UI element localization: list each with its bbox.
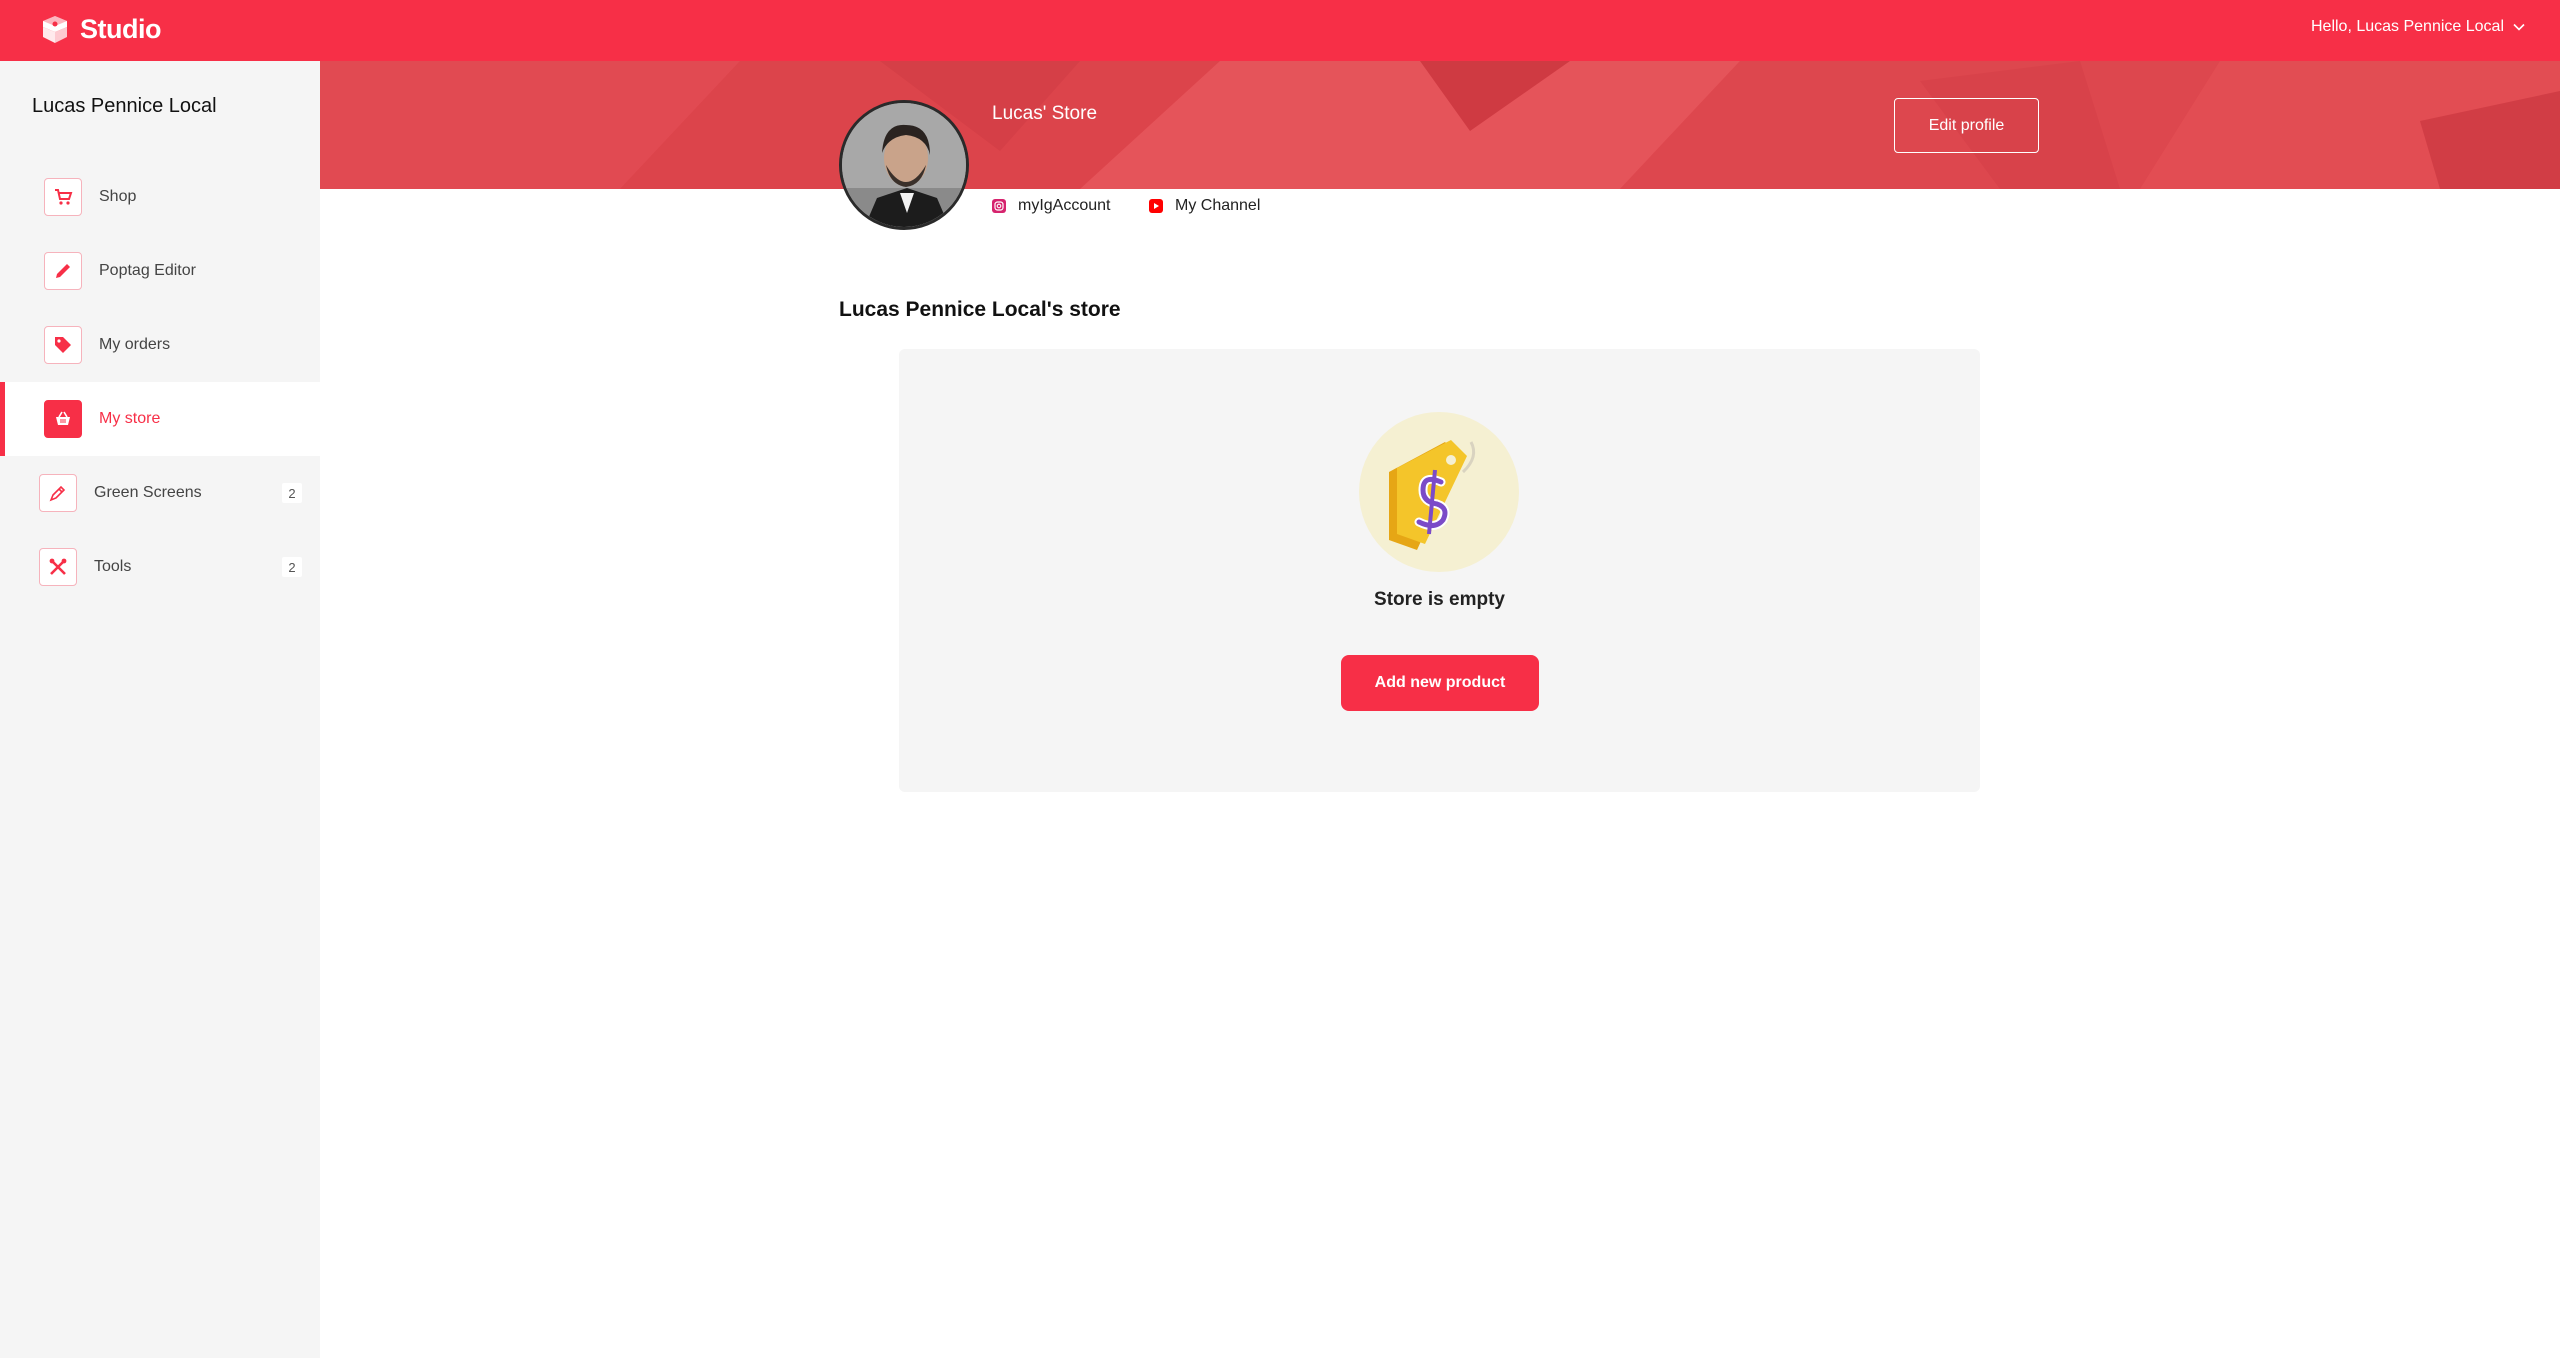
instagram-icon: [992, 199, 1006, 213]
box-logo-icon: [43, 16, 67, 43]
youtube-icon: [1149, 199, 1163, 213]
sidebar-item-label: Shop: [99, 188, 137, 205]
cart-icon: [44, 178, 82, 216]
sidebar-item-shop[interactable]: Shop: [0, 160, 320, 234]
sidebar-item-label: My orders: [99, 336, 171, 353]
count-badge: 2: [282, 557, 302, 577]
instagram-handle: myIgAccount: [1018, 197, 1111, 214]
edit-profile-button[interactable]: Edit profile: [1894, 98, 2039, 153]
sidebar-item-label: My store: [99, 410, 161, 427]
sidebar-item-label: Poptag Editor: [99, 262, 196, 279]
top-bar: Studio Hello, Lucas Pennice Local: [0, 0, 2560, 61]
sidebar-item-tools[interactable]: Tools 2: [0, 530, 320, 604]
price-tag-illustration: [1359, 412, 1519, 572]
pencil-icon: [44, 252, 82, 290]
youtube-link[interactable]: My Channel: [1149, 197, 1260, 215]
page-title: Lucas Pennice Local's store: [839, 298, 1121, 321]
profile-banner: [320, 61, 2560, 189]
banner-pattern: [320, 61, 2560, 189]
empty-store-panel: Store is empty Add new product: [899, 349, 1980, 792]
brand-logo-link[interactable]: Studio: [38, 12, 161, 46]
sidebar: Lucas Pennice Local Shop Poptag Editor M…: [0, 61, 320, 1358]
user-menu[interactable]: Hello, Lucas Pennice Local: [2311, 18, 2526, 36]
greeting-text: Hello, Lucas Pennice Local: [2310, 18, 2504, 35]
sidebar-item-my-store[interactable]: My store: [0, 382, 320, 456]
pen-icon: [39, 474, 77, 512]
tag-icon: [44, 326, 82, 364]
sidebar-item-label: Tools: [94, 558, 132, 575]
count-badge: 2: [282, 483, 302, 503]
sidebar-item-poptag-editor[interactable]: Poptag Editor: [0, 234, 320, 308]
sidebar-item-green-screens[interactable]: Green Screens 2: [0, 456, 320, 530]
chevron-down-icon: [2513, 23, 2525, 31]
sidebar-user-name: Lucas Pennice Local: [32, 95, 217, 117]
sidebar-nav: Shop Poptag Editor My orders My store Gr…: [0, 160, 320, 604]
instagram-link[interactable]: myIgAccount: [992, 197, 1110, 215]
profile-avatar: [839, 100, 969, 230]
basket-icon: [44, 400, 82, 438]
sidebar-item-label: Green Screens: [94, 484, 202, 501]
youtube-channel: My Channel: [1175, 197, 1261, 214]
brand-name: Studio: [80, 13, 161, 44]
sidebar-item-my-orders[interactable]: My orders: [0, 308, 320, 382]
add-new-product-button[interactable]: Add new product: [1341, 655, 1539, 711]
store-name: Lucas' Store: [992, 103, 1098, 124]
empty-state-message: Store is empty: [1374, 589, 1505, 610]
tools-icon: [39, 548, 77, 586]
